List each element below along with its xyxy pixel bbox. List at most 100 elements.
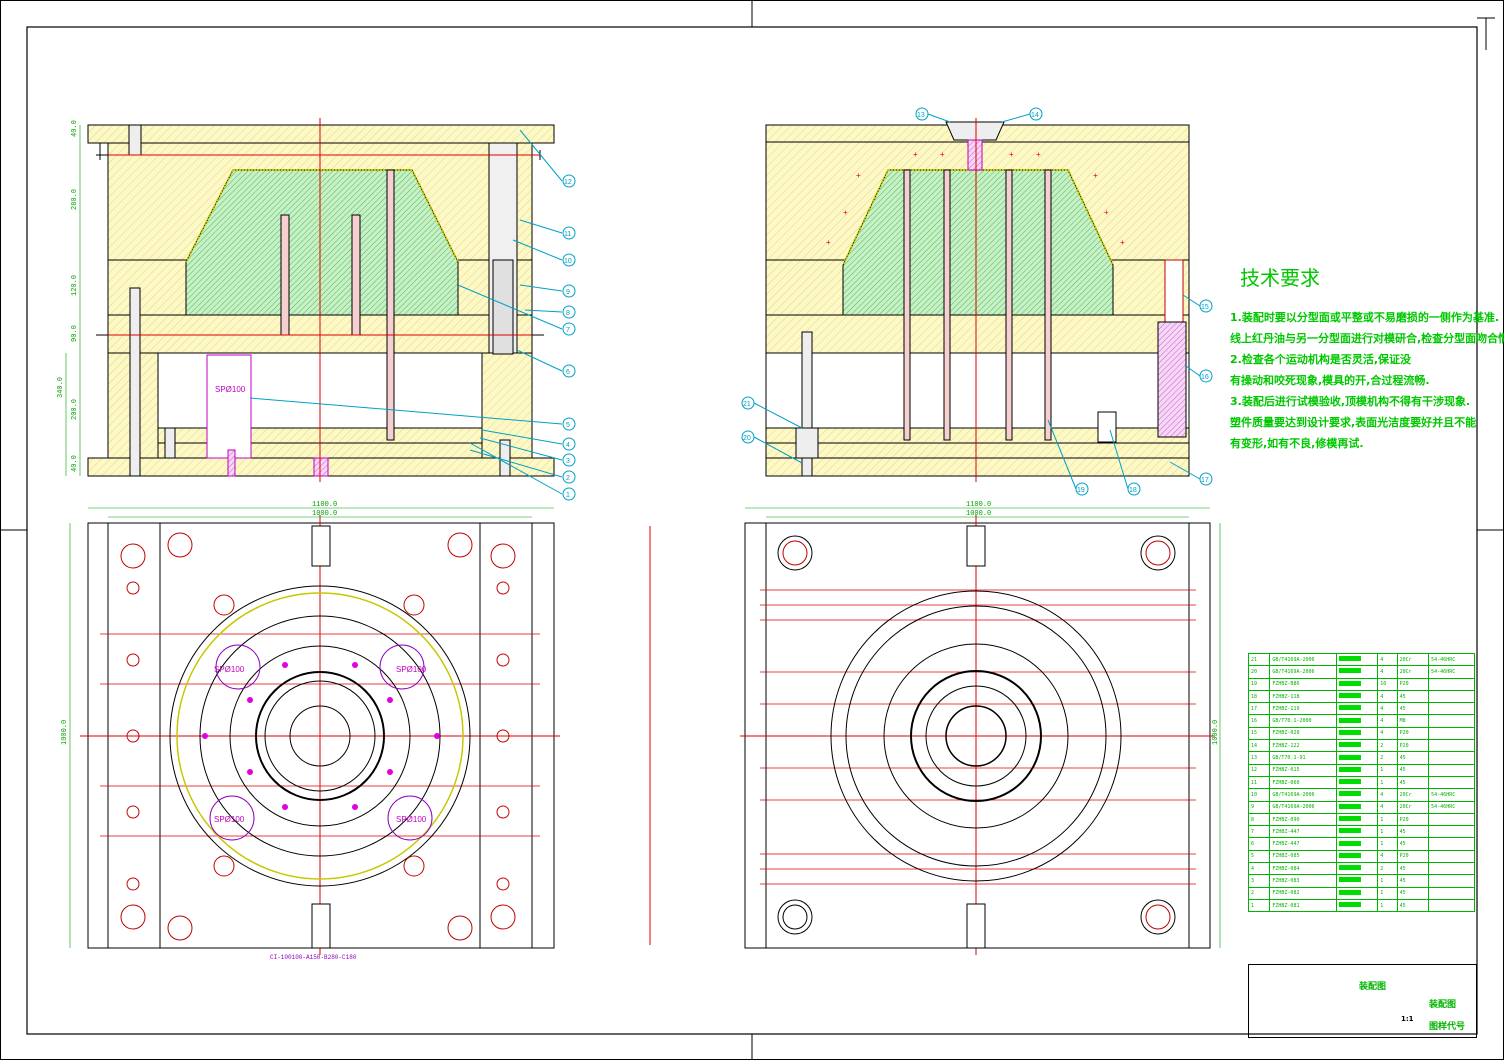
tech-line-5: 3.装配后进行试模验收,顶模机构不得有干涉现象. [1230,395,1471,408]
sp-label-tl: SPØ100 [214,665,245,674]
bom-bar [1335,726,1379,741]
bom-material: P20 [1396,677,1430,691]
bom-note [1428,689,1475,704]
bom-row: 19 FZHBZ-B86 10 P20 [1247,677,1475,691]
bom-material: 45 [1396,775,1430,790]
bom-material: M8 [1396,714,1430,728]
bom-material: 45 [1396,874,1430,888]
balloon-16: 16 [1201,374,1209,381]
bom-row: 17 FZHBZ-119 4 45 [1247,702,1475,716]
bom-note [1428,837,1475,851]
bom-part-bar [1338,668,1361,674]
bom-row: 13 GB/T70.1-91 2 45 [1247,751,1475,765]
bom-row: 15 FZHBZ-020 4 P20 [1247,726,1475,741]
svg-text:+: + [1104,208,1109,217]
balloon-21: 21 [743,401,751,408]
bom-qty: 4 [1377,665,1398,679]
bom-qty: 1 [1377,825,1398,839]
bom-row: 11 FZHBZ-060 1 45 [1247,775,1475,790]
bom-material: 45 [1396,763,1430,777]
bom-code: GB/T70.1-91 [1269,751,1337,765]
bom-bar [1335,775,1379,790]
bom-no: 1 [1247,898,1271,913]
bom-code: FZHBZ-085 [1269,849,1337,864]
mold-code-label: CI-100100-A150-B280-C180 [270,954,357,961]
bom-row: 2 FZHBZ-082 1 45 [1247,886,1475,900]
bom-row: 1 FZHBZ-081 1 45 [1247,898,1475,913]
bom-qty: 4 [1377,788,1398,802]
balloon-11: 11 [564,231,571,238]
balloon-15: 15 [1201,304,1209,311]
bom-code: GB/T4169A-2006 [1269,652,1337,667]
bom-code: GB/T70.1-2000 [1269,714,1337,728]
bom-no: 10 [1247,788,1271,802]
bom-no: 15 [1247,726,1271,741]
bom-material: P20 [1396,812,1430,827]
bom-part-bar [1338,902,1361,908]
balloon-7: 7 [566,327,570,334]
bom-code: FZHBZ-015 [1269,763,1337,777]
bom-qty: 4 [1377,689,1398,704]
bom-no: 4 [1247,862,1271,876]
right-front-section: + + + + + + + + + + [765,118,1190,482]
bom-row: 18 FZHBZ-118 4 45 [1247,689,1475,704]
bom-note [1428,886,1475,900]
bom-bar [1335,898,1379,913]
bom-bar [1335,788,1379,802]
bom-code: GB/T4169A-2006 [1269,665,1337,679]
scale: 1:1 [1401,1015,1414,1023]
bom-qty: 4 [1377,702,1398,716]
bom-part-bar [1338,840,1361,846]
bom-note: 54-46HRC [1428,800,1475,814]
bom-bar [1335,886,1379,900]
drawing-name-1: 装配图 [1359,982,1387,992]
bom-qty: 1 [1377,775,1398,790]
bom-bar [1335,837,1379,851]
sp-label-br: SPØ100 [396,815,427,824]
bom-note [1428,874,1475,888]
bom-row: 8 FZHBZ-090 1 P20 [1247,812,1475,827]
left-front-section [87,118,555,482]
dim-280: 280.0 [71,189,79,210]
bom-part-bar [1338,729,1361,735]
bom-material: 45 [1396,862,1430,876]
bom-part-bar [1338,717,1361,723]
bom-code: FZHBZ-082 [1269,886,1337,900]
bom-no: 16 [1247,714,1271,728]
bom-bar [1335,812,1379,827]
tech-title: 技术要求 [1240,266,1320,290]
bom-code: GB/T4169A-2006 [1269,788,1337,802]
bom-code: FZHBZ-090 [1269,812,1337,827]
bom-material: 20Cr [1396,665,1430,679]
technical-requirements: 技术要求 1.装配时要以分型面或平整或不易磨损的一侧作为基准. 线上红丹油与另一… [1230,262,1504,454]
bom-qty: 10 [1377,677,1398,691]
bom-note [1428,739,1475,753]
bom-qty: 1 [1377,886,1398,900]
balloon-20: 20 [743,435,751,442]
bom-code: FZHBZ-119 [1269,702,1337,716]
bom-code: FZHBZ-B86 [1269,677,1337,691]
bom-row: 3 FZHBZ-083 1 45 [1247,874,1475,888]
dim-200: 200.0 [71,399,79,420]
bom-part-bar [1338,816,1361,821]
bom-bar [1335,677,1379,691]
bom-no: 18 [1247,689,1271,704]
balloon-2: 2 [566,475,570,482]
bom-row: 16 GB/T70.1-2000 4 M8 [1247,714,1475,728]
tech-line-3: 2.检查各个运动机构是否灵活,保证没 [1230,353,1412,366]
bom-bar [1335,689,1379,704]
bom-bar [1335,652,1379,667]
bom-note [1428,763,1475,777]
bom-bar [1335,751,1379,765]
bom-row: 14 FZHBZ-122 2 P20 [1247,739,1475,753]
bom-bar [1335,739,1379,753]
balloon-4: 4 [566,442,570,449]
bom-qty: 1 [1377,837,1398,851]
bom-code: FZHBZ-020 [1269,726,1337,741]
bom-no: 21 [1247,652,1271,667]
bill-of-materials: 21 GB/T4169A-2006 4 20Cr 54-46HRC 20 GB/T4169A… [1247,652,1475,913]
sp-label-tr: SPØ100 [396,665,427,674]
bom-qty: 1 [1377,898,1398,913]
bom-material: 45 [1396,751,1430,765]
bom-qty: 4 [1377,652,1398,667]
